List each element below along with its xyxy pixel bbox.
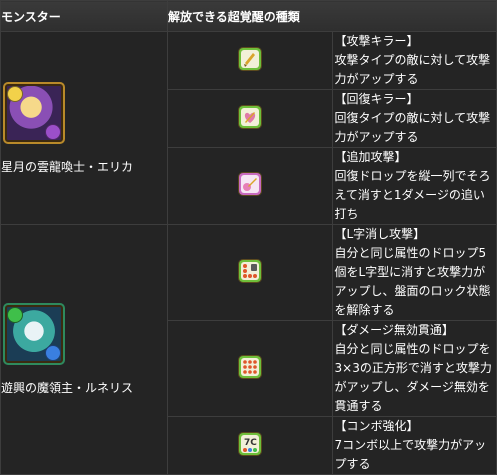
awakening-title: 【追加攻撃】: [334, 150, 407, 164]
awakening-description: 【回復キラー】 回復タイプの敵に対して攻撃力がアップする: [331, 89, 497, 148]
healer-killer-icon: [238, 105, 261, 128]
table-header-row: モンスター 解放できる超覚醒の種類: [0, 0, 497, 32]
combo-boost-icon: 7C: [238, 432, 261, 455]
awakening-body: 自分と同じ属性のドロップを3×3の正方形で消すと攻撃力がアップし、ダメージ無効を…: [334, 342, 492, 413]
awakening-title: 【L字消し攻撃】: [334, 227, 426, 241]
awakening-icon-cell: [167, 224, 333, 321]
monster-name: 遊興の魔領主・ルネリス: [1, 381, 134, 395]
awakening-icon-cell: 7C: [167, 416, 333, 475]
table-row: 遊興の魔領主・ルネリス 【L字消し攻撃】 自分と同じ属性のドロップ5個をL字型に…: [0, 224, 497, 475]
awakening-icon-cell: [167, 320, 333, 417]
awakening-table: モンスター 解放できる超覚醒の種類 星月の雲龍喚士・エリカ 【攻撃キラー】 攻撃…: [0, 0, 497, 475]
awakening-description: 【攻撃キラー】 攻撃タイプの敵に対して攻撃力がアップする: [331, 31, 497, 90]
awakening-body: 7コンボ以上で攻撃力がアップする: [334, 438, 487, 471]
attacker-killer-icon: [238, 47, 261, 70]
awakening-title: 【コンボ強化】: [334, 419, 419, 433]
awakening-column-header: 解放できる超覚醒の種類: [167, 0, 497, 32]
monster-avatar-erika[interactable]: [3, 81, 65, 144]
monster-cell-erika: 星月の雲龍喚士・エリカ: [0, 31, 168, 225]
water-attribute-icon: [45, 345, 61, 361]
awakening-description: 【L字消し攻撃】 自分と同じ属性のドロップ5個をL字型に消すと攻撃力がアップし、…: [331, 224, 497, 321]
awakening-table-panel: モンスター 解放できる超覚醒の種類 星月の雲龍喚士・エリカ 【攻撃キラー】 攻撃…: [0, 0, 497, 475]
awakening-description: 【ダメージ無効貫通】 自分と同じ属性のドロップを3×3の正方形で消すと攻撃力がア…: [331, 320, 497, 417]
awakening-icon-cell: [167, 89, 333, 148]
awakening-description: 【追加攻撃】 回復ドロップを縦一列でそろえて消すと1ダメージの追い打ち: [331, 147, 497, 225]
table-row: 星月の雲龍喚士・エリカ 【攻撃キラー】 攻撃タイプの敵に対して攻撃力がアップする: [0, 31, 497, 225]
svg-text:7C: 7C: [244, 438, 257, 448]
awakening-body: 攻撃タイプの敵に対して攻撃力がアップする: [334, 53, 491, 86]
awakening-description: 【コンボ強化】 7コンボ以上で攻撃力がアップする: [331, 416, 497, 475]
awakening-body: 回復タイプの敵に対して攻撃力がアップする: [334, 111, 491, 144]
awakening-title: 【回復キラー】: [334, 92, 419, 106]
wood-attribute-icon: [7, 307, 23, 323]
awakening-title: 【攻撃キラー】: [334, 34, 419, 48]
light-attribute-icon: [7, 85, 23, 102]
monster-cell-lunelis: 遊興の魔領主・ルネリス: [0, 224, 168, 475]
follow-up-attack-icon: [238, 173, 261, 195]
l-shape-erase-icon: [238, 259, 261, 282]
awakening-body: 回復ドロップを縦一列でそろえて消すと1ダメージの追い打ち: [334, 169, 491, 221]
awakening-icon-cell: [167, 147, 333, 225]
awakening-icon-cell: [167, 31, 333, 90]
damage-void-piercer-icon: [238, 355, 261, 378]
awakening-body: 自分と同じ属性のドロップ5個をL字型に消すと攻撃力がアップし、盤面のロック状態を…: [334, 246, 491, 317]
awakening-title: 【ダメージ無効貫通】: [334, 323, 454, 337]
monster-name: 星月の雲龍喚士・エリカ: [1, 159, 134, 174]
monster-column-header: モンスター: [0, 0, 168, 32]
monster-avatar-lunelis[interactable]: [3, 303, 65, 365]
dark-attribute-icon: [45, 123, 61, 140]
